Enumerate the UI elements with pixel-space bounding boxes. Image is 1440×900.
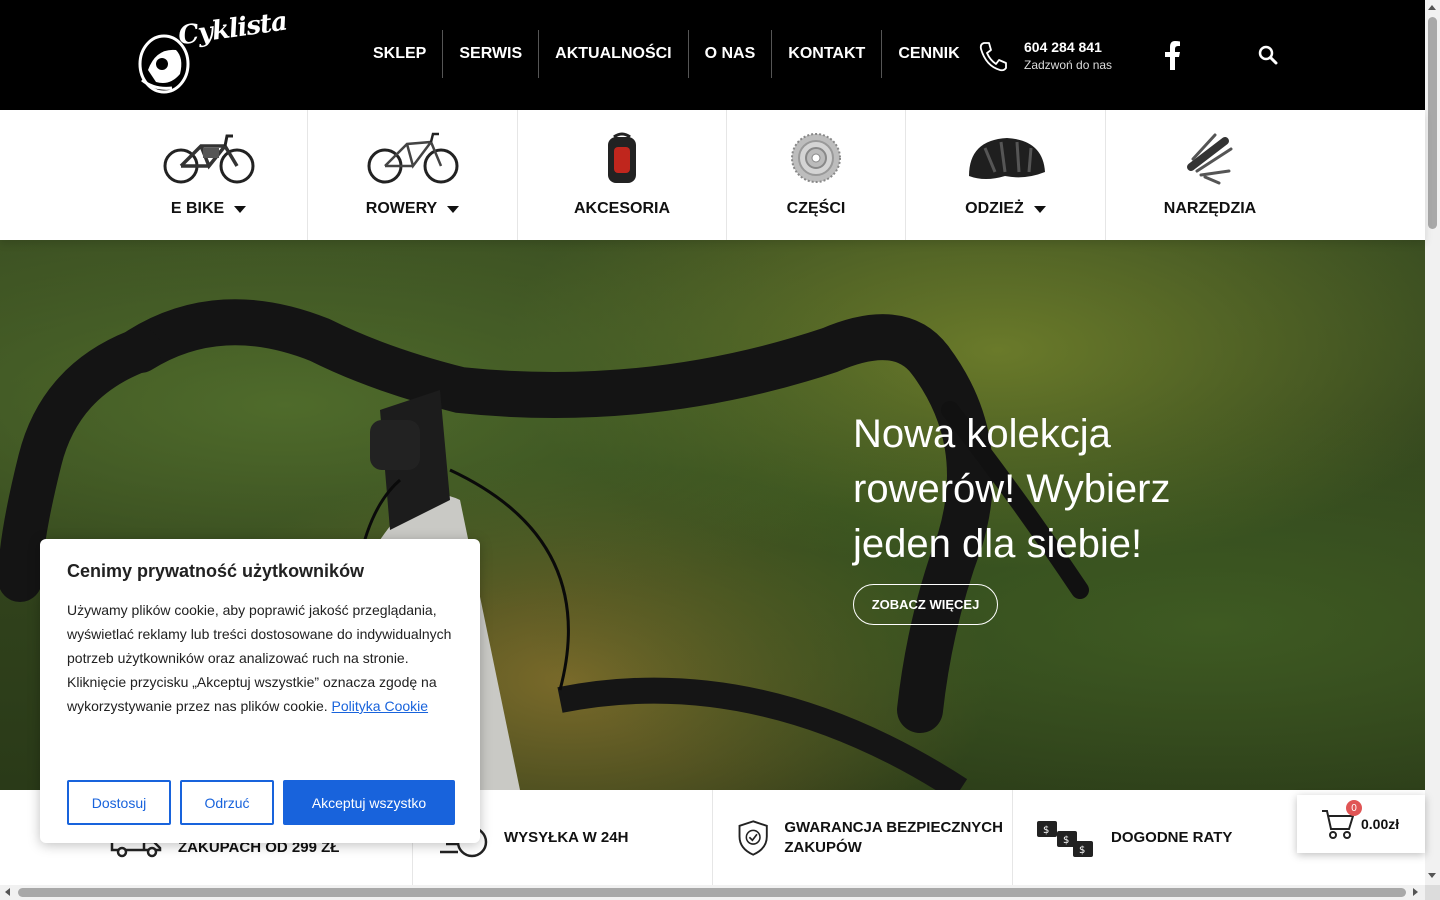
- cart-total: 0.00zł: [1361, 816, 1400, 832]
- category-ebike-label: E BIKE: [170, 200, 225, 217]
- cookie-policy-link[interactable]: Polityka Cookie: [332, 698, 429, 714]
- category-odziez[interactable]: ODZIEŻ: [905, 110, 1105, 240]
- cookie-customize-button[interactable]: Dostosuj: [67, 780, 171, 825]
- multitool-image: [1185, 128, 1235, 188]
- feature-shipping-text: WYSYŁKA W 24H: [504, 828, 629, 846]
- installments-icon: $ $ $: [1037, 820, 1093, 857]
- main-nav: SKLEP SERWIS AKTUALNOŚCI O NAS KONTAKT C…: [357, 30, 976, 78]
- ebike-image: [163, 128, 255, 188]
- logo-text: Cyklista: [176, 6, 289, 52]
- cookie-accept-button[interactable]: Akceptuj wszystko: [283, 780, 455, 825]
- scroll-left-arrow-icon[interactable]: [5, 888, 10, 896]
- category-czesci-label: CZĘŚCI: [786, 200, 846, 217]
- facebook-icon[interactable]: [1162, 40, 1182, 70]
- chevron-down-icon: [447, 205, 460, 213]
- scroll-up-arrow-icon[interactable]: [1428, 5, 1436, 10]
- svg-text:$: $: [1043, 825, 1049, 836]
- category-rowery[interactable]: ROWERY: [307, 110, 517, 240]
- category-czesci[interactable]: CZĘŚCI: [726, 110, 905, 240]
- cookie-body: Używamy plików cookie, aby poprawić jako…: [67, 598, 453, 718]
- scroll-down-arrow-icon[interactable]: [1428, 873, 1436, 878]
- cookie-buttons: Dostosuj Odrzuć Akceptuj wszystko: [67, 780, 455, 825]
- feature-guarantee-text: GWARANCJA BEZPIECZNYCH ZAKUPÓW: [784, 818, 1003, 856]
- feature-guarantee: GWARANCJA BEZPIECZNYCH ZAKUPÓW: [713, 790, 1013, 885]
- cassette-image: [790, 128, 842, 188]
- nav-kontakt[interactable]: KONTAKT: [771, 30, 881, 78]
- hero-title: Nowa kolekcja rowerów! Wybierz jeden dla…: [853, 412, 1171, 566]
- cart-count-badge: 0: [1346, 800, 1362, 816]
- category-odziez-label: ODZIEŻ: [965, 200, 1024, 217]
- category-akcesoria[interactable]: AKCESORIA: [517, 110, 726, 240]
- horizontal-scrollbar-thumb[interactable]: [18, 888, 1406, 897]
- shield-check-icon: [738, 819, 768, 856]
- svg-text:$: $: [1079, 845, 1085, 856]
- category-bar: E BIKE ROWERY AKCESORIA CZĘŚCI ODZIEŻ NA…: [0, 110, 1425, 240]
- vertical-scrollbar-thumb[interactable]: [1428, 17, 1437, 229]
- cookie-title: Cenimy prywatność użytkowników: [67, 561, 365, 581]
- nav-cennik[interactable]: CENNIK: [881, 30, 975, 78]
- bike-image: [367, 128, 459, 188]
- cookie-consent-dialog: Cenimy prywatność użytkowników Używamy p…: [40, 539, 480, 843]
- backpack-image: [604, 128, 640, 188]
- cookie-reject-button[interactable]: Odrzuć: [180, 780, 274, 825]
- phone-number: 604 284 841: [1024, 39, 1102, 55]
- category-akcesoria-label: AKCESORIA: [573, 200, 670, 217]
- scrollbar-corner: [1425, 885, 1440, 900]
- category-rowery-label: ROWERY: [365, 200, 438, 217]
- nav-aktualnosci[interactable]: AKTUALNOŚCI: [538, 30, 687, 78]
- helmet-image: [965, 128, 1047, 188]
- phone-caption: Zadzwoń do nas: [1024, 58, 1113, 72]
- phone-icon: [979, 42, 1007, 72]
- phone-contact[interactable]: 604 284 841 Zadzwoń do nas: [978, 38, 1112, 74]
- nav-sklep[interactable]: SKLEP: [357, 30, 442, 78]
- site-logo[interactable]: Cyklista: [136, 7, 292, 98]
- svg-text:$: $: [1063, 835, 1069, 846]
- search-icon[interactable]: [1258, 45, 1278, 65]
- chevron-down-icon: [234, 205, 247, 213]
- nav-o-nas[interactable]: O NAS: [687, 30, 772, 78]
- scroll-right-arrow-icon[interactable]: [1413, 888, 1418, 896]
- category-narzedzia-label: NARZĘDZIA: [1163, 200, 1257, 217]
- chevron-down-icon: [1033, 205, 1046, 213]
- category-narzedzia[interactable]: NARZĘDZIA: [1105, 110, 1314, 240]
- category-ebike[interactable]: E BIKE: [110, 110, 307, 240]
- hero-see-more-button[interactable]: ZOBACZ WIĘCEJ: [853, 584, 998, 625]
- nav-serwis[interactable]: SERWIS: [442, 30, 538, 78]
- feature-installments-text: DOGODNE RATY: [1111, 828, 1233, 846]
- top-header: Cyklista SKLEP SERWIS AKTUALNOŚCI O NAS …: [0, 0, 1425, 110]
